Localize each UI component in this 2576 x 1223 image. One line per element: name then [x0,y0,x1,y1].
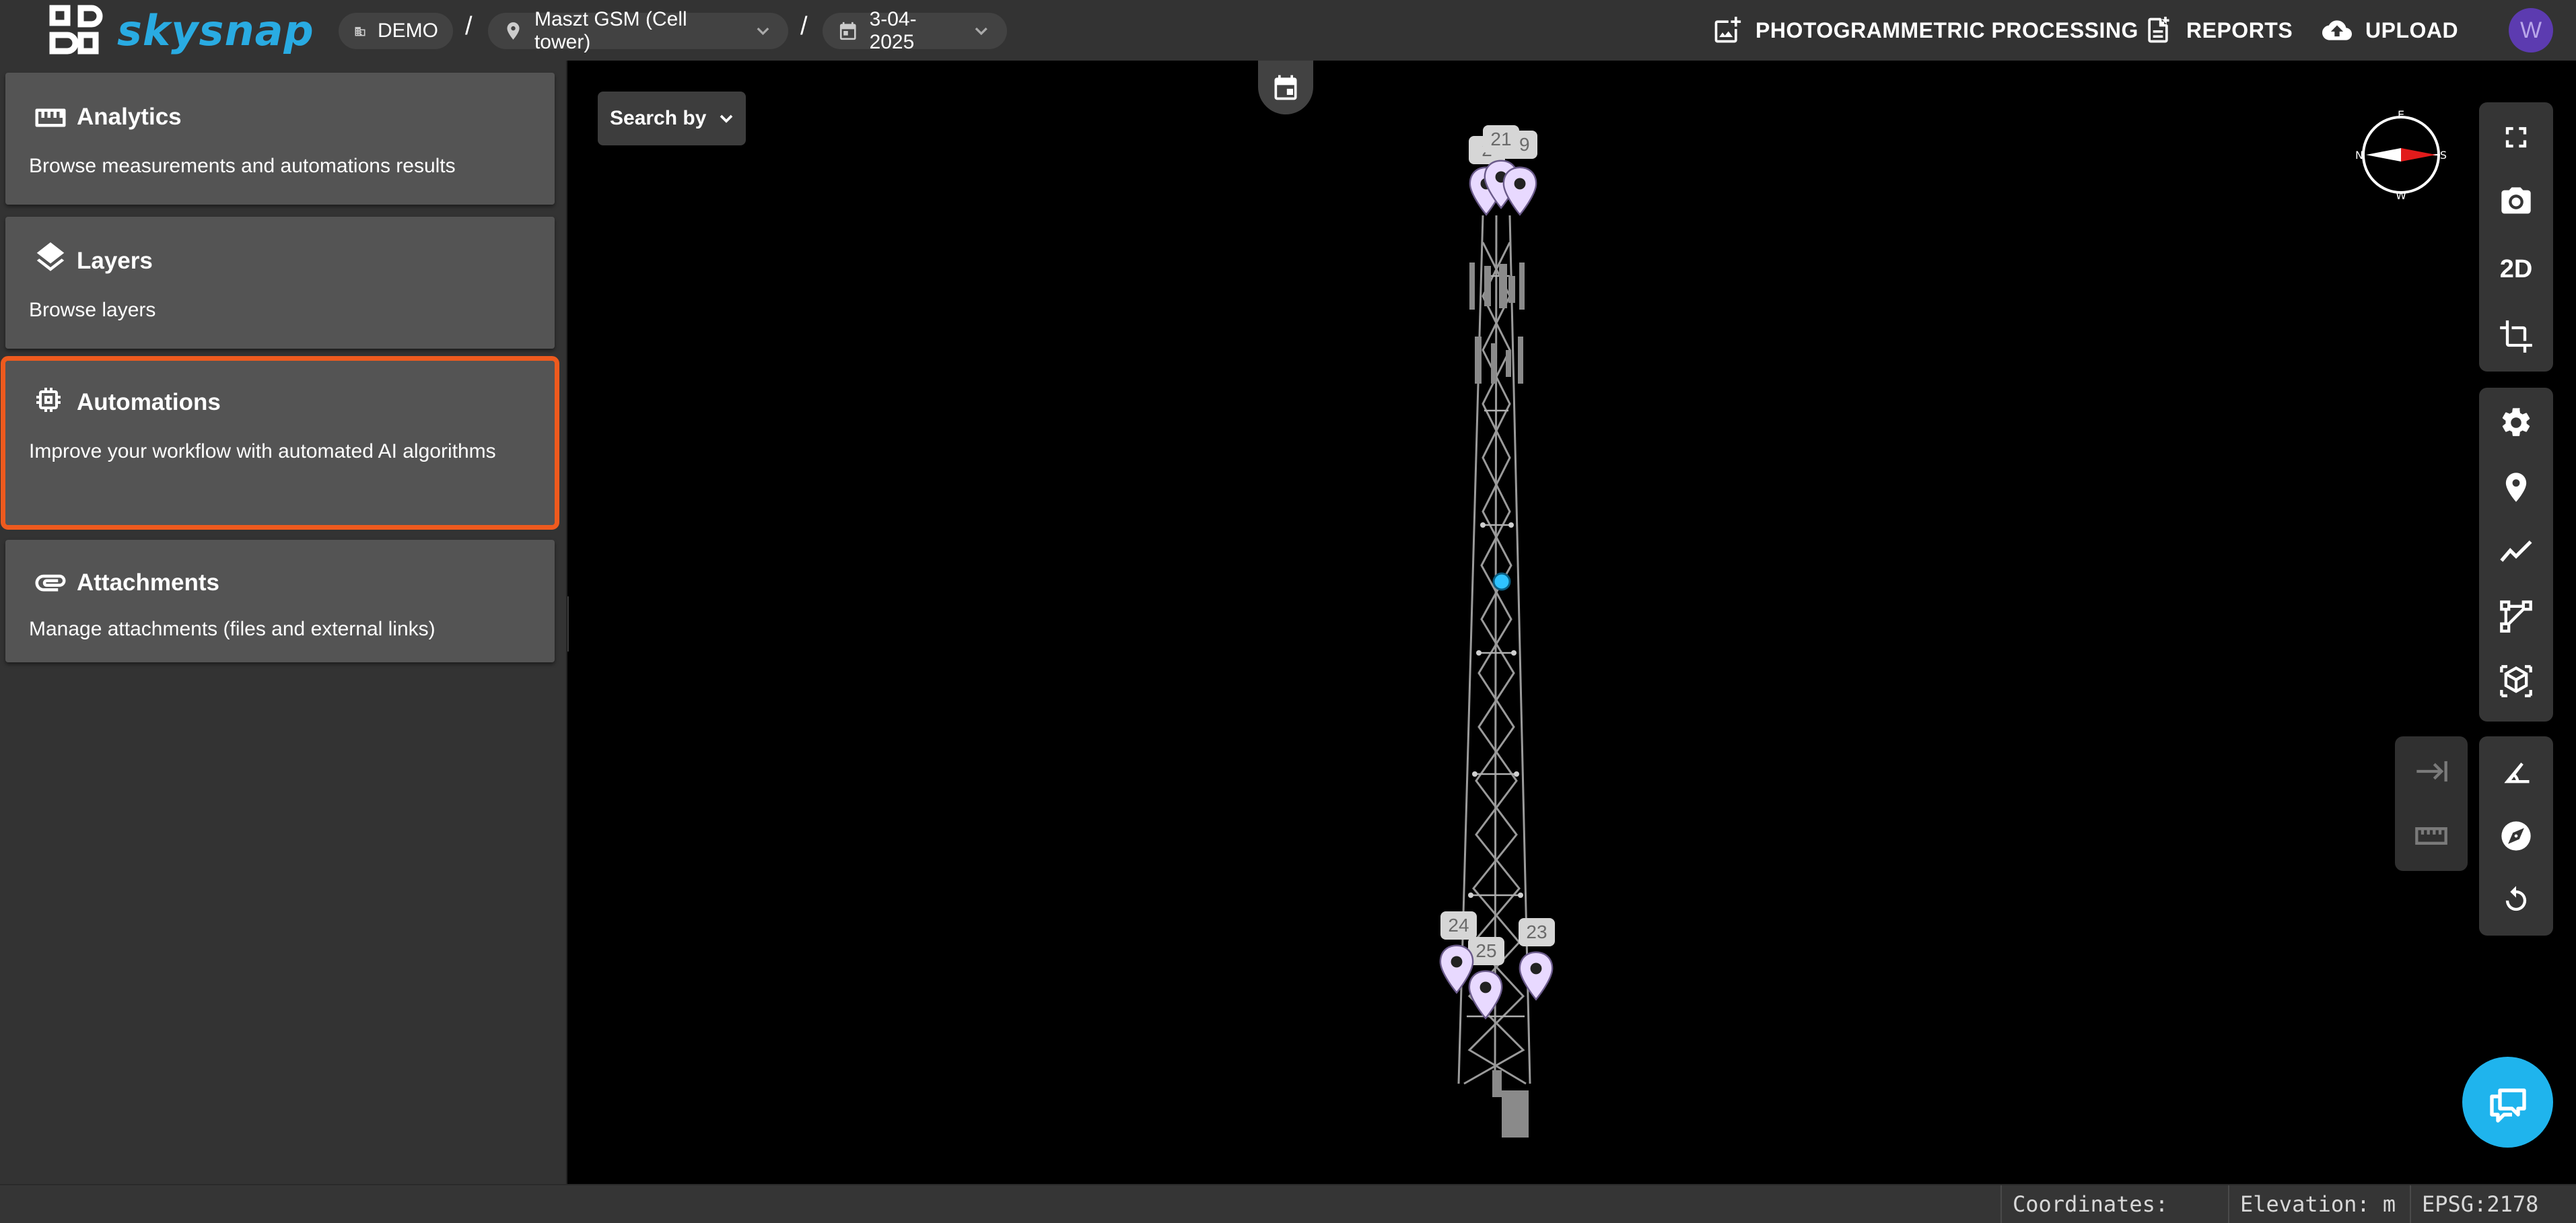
org-selector[interactable]: DEMO [339,13,453,49]
gear-icon [2502,408,2530,436]
volume-button[interactable] [2479,649,2553,713]
status-bar: Coordinates: Elevation: m EPSG:2178 [0,1184,2576,1223]
svg-text:S: S [2440,149,2447,162]
chat-button[interactable] [2462,1057,2553,1148]
camera-icon [2501,187,2531,214]
automations-description: Improve your workflow with automated AI … [29,440,496,462]
arrow-to-end-icon [2416,761,2447,782]
location-pin-icon [507,22,520,40]
fullscreen-icon [2505,127,2527,148]
add-point-button[interactable] [2479,455,2553,520]
analytics-description: Browse measurements and automations resu… [29,155,456,177]
polyline-button[interactable] [2479,520,2553,584]
date-value: 3-04-2025 [869,8,917,53]
measure-tools-group [2479,388,2553,722]
site-name: Maszt GSM (Cell tower) [534,8,687,53]
elevation-readout: Elevation: m [2228,1185,2410,1223]
top-bar: skysnap DEMO / Maszt GSM (Cell tower) / … [0,0,2576,61]
chat-icon [2489,1088,2526,1123]
date-selector[interactable]: 3-04-2025 [823,8,1007,53]
angle-measure-button[interactable] [2479,739,2553,804]
paperclip-icon [35,574,66,592]
svg-text:N: N [2355,149,2363,162]
brand-name: skysnap [117,5,314,55]
ruler-helper-button[interactable] [2395,804,2468,868]
selected-point-icon[interactable] [1492,572,1511,591]
report-add-icon [2148,16,2169,43]
view-tools-group: 2D [2479,102,2553,372]
protractor-icon [2503,763,2530,783]
add-image-icon [1714,16,1741,43]
chevron-down-icon [975,27,988,36]
attachments-description: Manage attachments (files and external l… [29,618,436,640]
chevron-down-icon [757,27,769,36]
search-by-dropdown[interactable]: Search by [598,92,746,145]
settings-button[interactable] [2479,390,2553,455]
upload-label: UPLOAD [2365,18,2459,42]
logo-mark-icon [49,5,103,55]
reports-label: REPORTS [2186,18,2293,42]
crop-button[interactable] [2479,304,2553,369]
analytics-title: Analytics [77,104,182,130]
skysnap-logo[interactable]: skysnap [48,3,314,58]
marker-label: 21 [1483,125,1519,153]
site-selector[interactable]: Maszt GSM (Cell tower) [488,8,788,53]
attachments-title: Attachments [77,569,219,596]
sidebar: Analytics Browse measurements and automa… [0,61,567,1184]
polygon-button[interactable] [2479,584,2553,649]
navigation-button[interactable] [2479,804,2553,868]
view-mode-2d-button[interactable]: 2D [2479,237,2553,302]
layers-title: Layers [77,248,153,274]
reports-button[interactable]: REPORTS [2143,13,2293,47]
layers-description: Browse layers [29,299,156,321]
layers-icon [36,242,65,271]
cloud-upload-icon [2322,20,2352,40]
3d-viewer[interactable]: 2 19 21 24 23 25 [569,61,2576,1184]
compass-icon[interactable]: E W N S [2354,108,2448,202]
photogrammetric-label: PHOTOGRAMMETRIC PROCESSING [1755,18,2138,42]
compass-icon [2501,821,2531,851]
analytics-card[interactable]: Analytics Browse measurements and automa… [5,73,555,205]
attachments-card[interactable]: Attachments Manage attachments (files an… [5,540,555,662]
org-name: DEMO [378,20,438,42]
user-avatar[interactable]: W [2509,8,2553,53]
snap-to-end-button[interactable] [2395,739,2468,804]
reset-rotation-button[interactable] [2479,868,2553,933]
marker-pin-icon[interactable] [1466,969,1505,1022]
svg-text:W: W [2396,189,2406,202]
automations-title: Automations [77,389,221,415]
building-icon [355,27,365,36]
cube-icon [2500,665,2532,697]
breadcrumb-separator: / [800,12,808,40]
chip-icon [36,388,61,412]
calendar-icon [839,22,856,40]
polygon-icon [2500,600,2532,633]
chevron-down-icon [720,114,733,123]
reset-rotation-icon [2505,886,2527,911]
marker-pin-icon[interactable] [1517,950,1556,1003]
marker-label: 24 [1440,911,1477,940]
fullscreen-button[interactable] [2479,105,2553,170]
epsg-readout: EPSG:2178 [2410,1185,2576,1223]
marker-icon [2505,473,2527,502]
crop-icon [2500,320,2532,353]
search-by-label: Search by [610,107,707,129]
upload-button[interactable]: UPLOAD [2322,13,2458,47]
calendar-icon [1274,75,1297,100]
polyline-icon [2500,540,2532,562]
coordinates-readout: Coordinates: [2000,1185,2228,1223]
automations-card[interactable]: Automations Improve your workflow with a… [1,356,559,530]
marker-label: 23 [1519,918,1555,946]
svg-text:E: E [2398,108,2404,121]
ruler-icon [35,108,66,127]
ruler-icon [2415,827,2447,845]
photogrammetric-processing-button[interactable]: PHOTOGRAMMETRIC PROCESSING [1712,13,2138,47]
layers-card[interactable]: Layers Browse layers [5,217,555,349]
navigation-tools-group [2479,736,2553,936]
breadcrumb-separator: / [465,12,473,40]
measure-helper-group [2395,736,2468,871]
timeline-toggle-button[interactable] [1258,61,1313,114]
screenshot-button[interactable] [2479,170,2553,234]
marker-pin-icon[interactable] [1500,166,1539,218]
